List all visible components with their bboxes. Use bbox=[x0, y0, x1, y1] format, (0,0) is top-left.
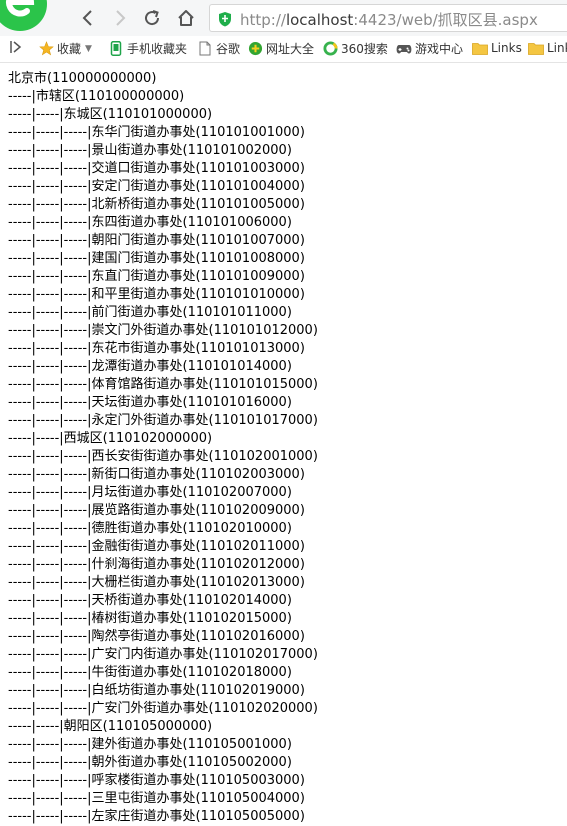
region-line: -----|-----|-----|安定门街道办事处(110101004000) bbox=[8, 179, 305, 194]
back-button[interactable] bbox=[76, 6, 100, 30]
region-line: -----|-----|-----|广安门外街道办事处(110102020000… bbox=[8, 701, 318, 716]
region-line: -----|-----|-----|东华门街道办事处(110101001000) bbox=[8, 125, 305, 140]
security-shield-icon bbox=[219, 12, 231, 27]
region-line: -----|-----|-----|新街口街道办事处(110102003000) bbox=[8, 467, 305, 482]
sidebar-toggle-icon bbox=[10, 41, 22, 53]
region-line: -----|-----|-----|广安门内街道办事处(110102017000… bbox=[8, 647, 318, 662]
gamepad-icon bbox=[396, 41, 412, 57]
region-line: -----|-----|-----|呼家楼街道办事处(110105003000) bbox=[8, 773, 305, 788]
region-line: -----|-----|-----|西长安街街道办事处(110102001000… bbox=[8, 449, 318, 464]
region-line: -----|-----|-----|德胜街道办事处(110102010000) bbox=[8, 521, 292, 536]
bookmark-label: 收藏 bbox=[57, 42, 82, 56]
region-line: -----|-----|-----|和平里街道办事处(110101010000) bbox=[8, 287, 305, 302]
region-line: -----|-----|东城区(110101000000) bbox=[8, 107, 213, 122]
region-line: -----|-----|朝阳区(110105000000) bbox=[8, 719, 213, 734]
home-button[interactable] bbox=[174, 6, 198, 30]
bookmark-game-center[interactable]: 游戏中心 bbox=[396, 40, 463, 57]
region-line: -----|-----|-----|展览路街道办事处(110102009000) bbox=[8, 503, 305, 518]
region-line: -----|-----|-----|陶然亭街道办事处(110102016000) bbox=[8, 629, 305, 644]
phone-icon bbox=[108, 41, 124, 57]
bookmark-label: Links bbox=[491, 41, 522, 55]
reload-button[interactable] bbox=[140, 6, 164, 30]
bookmarks-bar: 收藏 ▼ 手机收藏夹 谷歌 网址大全 360搜索 游戏中心 Links Lin bbox=[0, 36, 567, 63]
page-icon bbox=[197, 41, 213, 57]
bookmark-label: 游戏中心 bbox=[415, 42, 464, 56]
browser-toolbar: http://localhost:4423/web/抓取区县.aspx bbox=[0, 0, 567, 36]
bookmark-google[interactable]: 谷歌 bbox=[197, 40, 240, 57]
region-tree-output: 北京市(110000000000) -----|市辖区(110100000000)… bbox=[8, 70, 318, 826]
region-line: -----|-----|西城区(110102000000) bbox=[8, 431, 213, 446]
bookmark-links-folder[interactable]: Links bbox=[528, 40, 567, 56]
region-line: -----|-----|-----|永定门外街道办事处(110101017000… bbox=[8, 413, 318, 428]
region-line: -----|-----|-----|椿树街道办事处(110102015000) bbox=[8, 611, 292, 626]
region-line: -----|-----|-----|建国门街道办事处(110101008000) bbox=[8, 251, 305, 266]
region-line: -----|-----|-----|三里屯街道办事处(110105004000) bbox=[8, 791, 305, 806]
region-line: -----|-----|-----|天桥街道办事处(110102014000) bbox=[8, 593, 292, 608]
region-line: 北京市(110000000000) bbox=[8, 71, 157, 86]
browser-logo-icon bbox=[0, 0, 54, 34]
region-line: -----|-----|-----|朝阳门街道办事处(110101007000) bbox=[8, 233, 305, 248]
region-line: -----|-----|-----|什刹海街道办事处(110102012000) bbox=[8, 557, 305, 572]
bookmark-favorites[interactable]: 收藏 ▼ bbox=[38, 40, 92, 57]
bookmark-url-directory[interactable]: 网址大全 bbox=[247, 40, 314, 57]
chevron-down-icon: ▼ bbox=[85, 43, 92, 54]
region-line: -----|-----|-----|朝外街道办事处(110105002000) bbox=[8, 755, 292, 770]
region-line: -----|-----|-----|左家庄街道办事处(110105005000) bbox=[8, 809, 305, 824]
folder-icon bbox=[472, 40, 488, 56]
url-text: http://localhost:4423/web/抓取区县.aspx bbox=[240, 9, 538, 30]
region-line: -----|-----|-----|白纸坊街道办事处(110102019000) bbox=[8, 683, 305, 698]
back-arrow-icon bbox=[82, 10, 92, 26]
region-line: -----|-----|-----|月坛街道办事处(110102007000) bbox=[8, 485, 292, 500]
region-line: -----|-----|-----|前门街道办事处(110101011000) bbox=[8, 305, 292, 320]
bookmark-links-folder[interactable]: Links bbox=[472, 40, 522, 56]
region-line: -----|-----|-----|交道口街道办事处(110101003000) bbox=[8, 161, 305, 176]
bookmark-mobile[interactable]: 手机收藏夹 bbox=[108, 40, 187, 57]
star-icon bbox=[38, 41, 54, 57]
forward-button[interactable] bbox=[108, 6, 132, 30]
address-bar[interactable]: http://localhost:4423/web/抓取区县.aspx bbox=[209, 4, 567, 32]
region-line: -----|-----|-----|龙潭街道办事处(110101014000) bbox=[8, 359, 292, 374]
region-line: -----|-----|-----|体育馆路街道办事处(110101015000… bbox=[8, 377, 318, 392]
url-path: :4423/web/抓取区县.aspx bbox=[353, 11, 538, 29]
url-globe-icon bbox=[247, 41, 263, 57]
region-line: -----|-----|-----|牛街街道办事处(110102018000) bbox=[8, 665, 292, 680]
region-line: -----|-----|-----|大栅栏街道办事处(110102013000) bbox=[8, 575, 305, 590]
region-line: -----|市辖区(110100000000) bbox=[8, 89, 185, 104]
region-line: -----|-----|-----|崇文门外街道办事处(110101012000… bbox=[8, 323, 318, 338]
bookmark-label: 谷歌 bbox=[216, 42, 241, 56]
region-line: -----|-----|-----|景山街道办事处(110101002000) bbox=[8, 143, 292, 158]
bookmark-label: 手机收藏夹 bbox=[127, 42, 188, 56]
home-icon bbox=[178, 10, 194, 26]
bookmark-label: 360搜索 bbox=[341, 42, 388, 56]
folder-icon bbox=[528, 40, 544, 56]
reload-icon bbox=[145, 10, 160, 26]
url-scheme: http:// bbox=[240, 11, 286, 29]
region-line: -----|-----|-----|天坛街道办事处(110101016000) bbox=[8, 395, 292, 410]
search-360-icon bbox=[322, 41, 338, 57]
region-line: -----|-----|-----|东花市街道办事处(110101013000) bbox=[8, 341, 305, 356]
region-line: -----|-----|-----|建外街道办事处(110105001000) bbox=[8, 737, 292, 752]
region-line: -----|-----|-----|东四街道办事处(110101006000) bbox=[8, 215, 292, 230]
sidebar-toggle-button[interactable] bbox=[10, 40, 22, 54]
bookmark-360-search[interactable]: 360搜索 bbox=[322, 40, 388, 57]
region-line: -----|-----|-----|北新桥街道办事处(110101005000) bbox=[8, 197, 305, 212]
forward-arrow-icon bbox=[116, 10, 126, 26]
url-host: localhost bbox=[285, 11, 354, 29]
bookmark-label: 网址大全 bbox=[266, 42, 315, 56]
bookmark-label: Links bbox=[547, 41, 567, 55]
region-line: -----|-----|-----|东直门街道办事处(110101009000) bbox=[8, 269, 305, 284]
region-line: -----|-----|-----|金融街街道办事处(110102011000) bbox=[8, 539, 305, 554]
